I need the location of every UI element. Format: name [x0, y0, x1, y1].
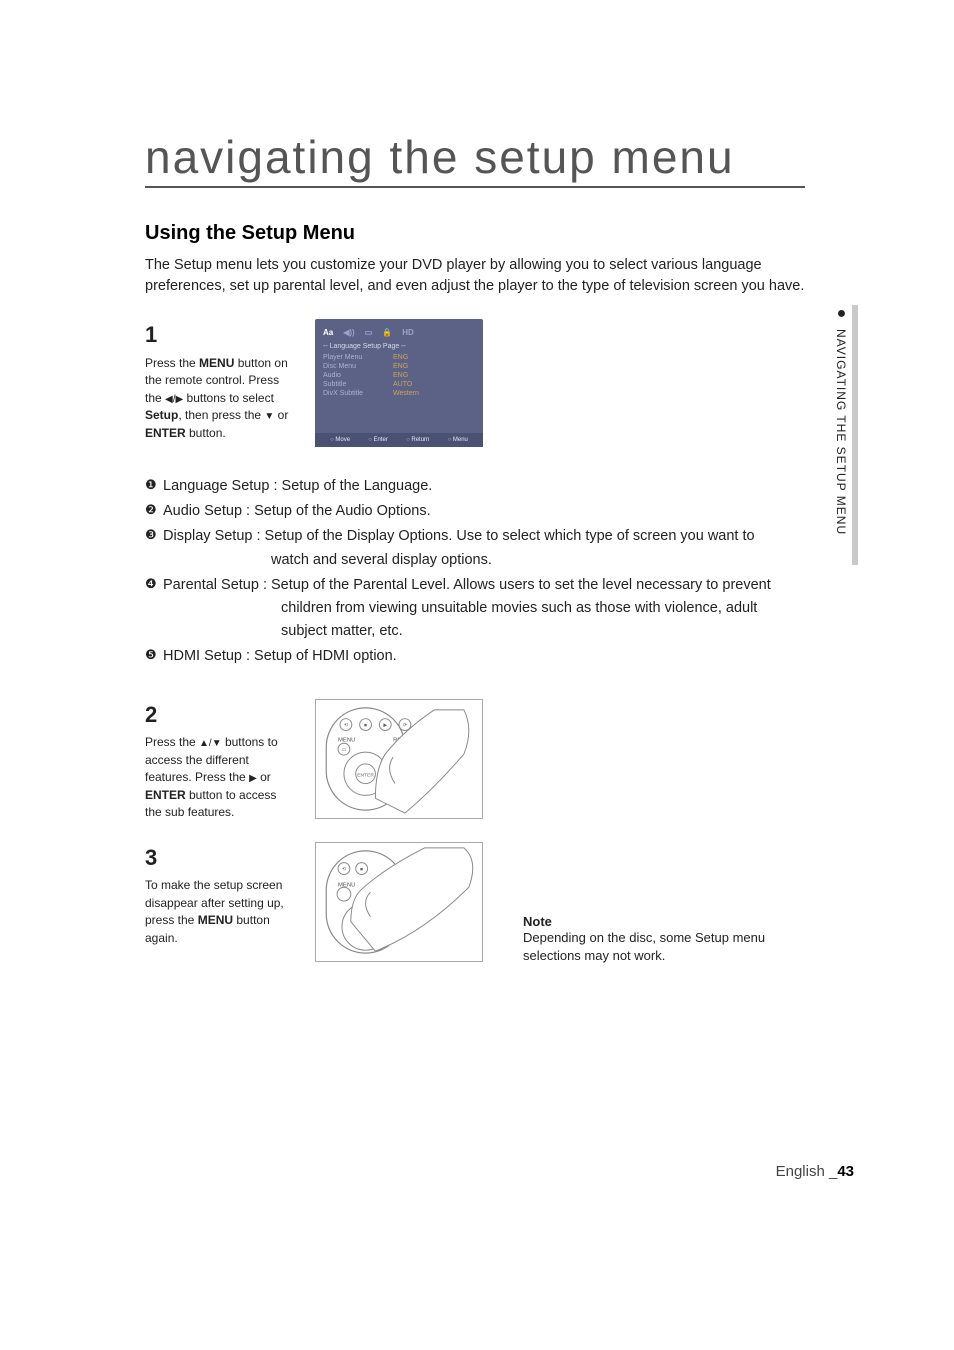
footer-lang: English _ — [776, 1163, 838, 1180]
side-label-text: NAVIGATING THE SETUP MENU — [834, 329, 848, 535]
enum-text: HDMI Setup : Setup of HDMI option. — [163, 645, 805, 668]
osd-screenshot: Aa ◀)) ▭ 🔒 HD -- Language Setup Page -- … — [315, 319, 483, 447]
osd-tab-audio-icon: ◀)) — [343, 328, 354, 337]
svg-text:MENU: MENU — [338, 737, 355, 743]
svg-text:■: ■ — [364, 723, 367, 728]
osd-subtitle: -- Language Setup Page -- — [323, 343, 475, 350]
svg-text:⟲: ⟲ — [344, 722, 349, 728]
svg-text:⟲: ⟲ — [342, 866, 347, 872]
osd-foot-move: Move — [330, 437, 350, 443]
step-2-number: 2 — [145, 699, 295, 731]
osd-tab-lock-icon: 🔒 — [382, 328, 392, 337]
down-icon: ▼ — [264, 410, 274, 425]
text: or — [257, 770, 271, 784]
text: buttons to select — [183, 391, 274, 405]
svg-text:▶: ▶ — [383, 722, 387, 728]
osd-foot-enter: Enter — [368, 437, 388, 443]
note-heading: Note — [523, 914, 823, 929]
osd-tab-hd-icon: HD — [402, 328, 414, 337]
section-heading: Using the Setup Menu — [145, 222, 854, 245]
osd-key: DivX Subtitle — [323, 390, 375, 397]
osd-val: Western — [393, 390, 419, 397]
enter-bold: ENTER — [145, 788, 186, 802]
enum-cont: watch and several display options. — [163, 549, 805, 572]
side-bar — [852, 305, 858, 565]
enum-mark: ❺ — [145, 645, 163, 668]
osd-key: Disc Menu — [323, 363, 375, 370]
enum-mark: ❷ — [145, 500, 163, 523]
enter-bold: ENTER — [145, 426, 186, 440]
note-text: Depending on the disc, some Setup menu s… — [523, 929, 823, 965]
osd-foot-menu: Menu — [448, 437, 468, 443]
side-tab: ● NAVIGATING THE SETUP MENU — [832, 305, 854, 565]
osd-tab-language-icon: Aa — [323, 328, 333, 337]
bullet-icon: ● — [832, 305, 850, 323]
up-down-icon: ▲/▼ — [199, 737, 222, 752]
right-icon: ▶ — [249, 772, 257, 787]
svg-text:▭: ▭ — [342, 748, 347, 753]
enum-mark: ❸ — [145, 525, 163, 571]
step-3-number: 3 — [145, 842, 295, 874]
osd-key: Subtitle — [323, 381, 375, 388]
page-title: navigating the setup menu — [145, 130, 805, 188]
note-block: Note Depending on the disc, some Setup m… — [523, 914, 823, 965]
enum-text: Audio Setup : Setup of the Audio Options… — [163, 500, 805, 523]
setup-bold: Setup — [145, 408, 178, 422]
intro-paragraph: The Setup menu lets you customize your D… — [145, 255, 805, 297]
enum-cont: children from viewing unsuitable movies … — [163, 597, 805, 643]
side-label: ● NAVIGATING THE SETUP MENU — [832, 305, 850, 535]
text: or — [274, 408, 288, 422]
text: Press the — [145, 735, 199, 749]
osd-tab-display-icon: ▭ — [365, 328, 373, 337]
remote-illustration-1: ENTER ⟲ ■ ▶ ⟳ MENU ▭ RET — [315, 699, 483, 819]
svg-text:⟳: ⟳ — [403, 722, 408, 728]
step-1-number: 1 — [145, 319, 295, 351]
text: button. — [186, 426, 226, 440]
svg-text:ENTER: ENTER — [357, 772, 374, 778]
osd-val: AUTO — [393, 381, 412, 388]
text: , then press the — [178, 408, 264, 422]
enum-text: Language Setup : Setup of the Language. — [163, 475, 805, 498]
step-3-text: 3 To make the setup screen disappear aft… — [145, 842, 295, 947]
menu-bold: MENU — [198, 913, 233, 927]
page-footer: English _43 — [776, 1163, 854, 1180]
text: Press the — [145, 356, 199, 370]
osd-val: ENG — [393, 363, 408, 370]
step-1-text: 1 Press the MENU button on the remote co… — [145, 319, 295, 447]
osd-foot-return: Return — [406, 437, 429, 443]
osd-val: ENG — [393, 354, 408, 361]
svg-text:■: ■ — [360, 867, 363, 872]
enum-mark: ❶ — [145, 475, 163, 498]
osd-val: ENG — [393, 372, 408, 379]
enum-text: Display Setup : Setup of the Display Opt… — [163, 528, 755, 544]
osd-key: Player Menu — [323, 354, 375, 361]
step-2-text: 2 Press the ▲/▼ buttons to access the di… — [145, 699, 295, 822]
left-right-icon: ◀/▶ — [165, 393, 183, 408]
osd-key: Audio — [323, 372, 375, 379]
menu-bold: MENU — [199, 356, 234, 370]
remote-illustration-2: ⟲ ■ MENU ▲ — [315, 842, 483, 962]
enum-mark: ❹ — [145, 574, 163, 644]
footer-page: 43 — [837, 1163, 854, 1180]
setup-enum: ❶Language Setup : Setup of the Language.… — [145, 475, 805, 669]
enum-text: Parental Setup : Setup of the Parental L… — [163, 577, 771, 593]
